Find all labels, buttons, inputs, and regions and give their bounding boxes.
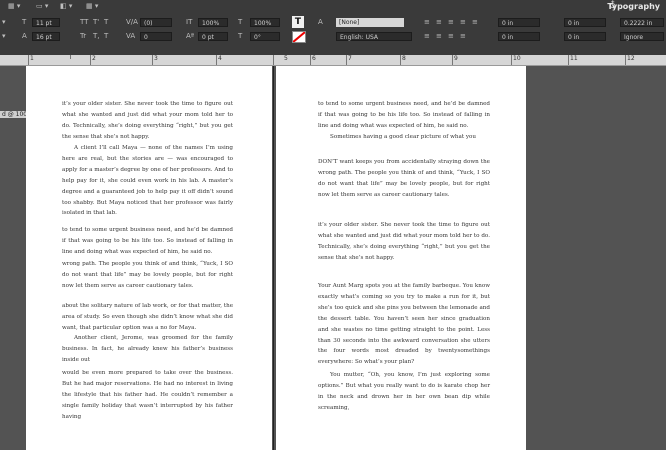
fill-none-swatch[interactable] <box>292 31 306 43</box>
text-paragraph[interactable]: it’s your older sister. She never took t… <box>62 99 233 143</box>
skew-field[interactable]: 0° <box>250 32 280 41</box>
workspace-name[interactable]: Typography <box>607 2 660 11</box>
ruler-number: 5 <box>284 55 288 62</box>
all-caps-button[interactable]: TT <box>80 18 88 27</box>
align-center-icon[interactable]: ≡ <box>436 18 442 27</box>
ruler-number: 7 <box>348 55 352 62</box>
vertical-scale-icon: IT <box>186 18 193 26</box>
first-line-indent-field[interactable]: 0 in <box>498 32 540 41</box>
language-select[interactable]: English: USA <box>336 32 412 41</box>
align-away-spine-icon[interactable]: ≡ <box>460 32 466 41</box>
text-paragraph[interactable]: it’s your older sister. She never took t… <box>318 220 490 264</box>
tracking-field[interactable]: (0) <box>140 18 172 27</box>
ruler-number: 2 <box>92 55 96 62</box>
horizontal-scale-icon: T <box>238 18 243 26</box>
space-after-field[interactable]: 0.2222 in <box>620 18 664 27</box>
ruler-number: 3 <box>154 55 158 62</box>
spread-spine <box>273 66 274 450</box>
tracking-icon: VA <box>126 32 136 40</box>
top-strip: ▦ ▾ ▭ ▾ ◧ ▾ ▦ ▾ ♁ Typography <box>0 0 666 14</box>
text-paragraph[interactable]: would be even more prepared to take over… <box>62 368 233 423</box>
text-paragraph[interactable]: about the solitary nature of lab work, o… <box>62 301 233 334</box>
text-paragraph[interactable]: A client I’ll call Maya — none of the na… <box>62 143 233 219</box>
leading-icon: A <box>22 32 27 40</box>
ruler-number: 1 <box>30 55 34 62</box>
ruler-number: 8 <box>402 55 406 62</box>
screen-mode-icon[interactable]: ◧ ▾ <box>60 2 72 11</box>
baseline-shift-field[interactable]: 0 pt <box>198 32 228 41</box>
text-paragraph[interactable]: wrong path. The people you think of and … <box>62 259 233 292</box>
character-style-icon: A <box>318 18 323 26</box>
vertical-scale-field[interactable]: 100% <box>198 18 228 27</box>
font-style-icon[interactable]: ▾ <box>2 18 6 27</box>
horizontal-scale-field[interactable]: 100% <box>250 18 280 27</box>
text-paragraph[interactable]: DON’T want keeps you from accidentally s… <box>318 157 490 201</box>
ruler-number: 6 <box>312 55 316 62</box>
space-before-field[interactable]: 0 in <box>564 18 606 27</box>
ruler-number: 4 <box>218 55 222 62</box>
frame-grid-icon[interactable]: ▦ ▾ <box>8 2 20 11</box>
font-size-icon: T <box>22 18 27 26</box>
text-paragraph[interactable]: You mutter, “Oh, you know, I’m just expl… <box>318 370 490 414</box>
superscript-button[interactable]: T' <box>93 18 99 27</box>
text-paragraph[interactable]: to tend to some urgent business need, an… <box>62 225 233 258</box>
control-panel: ▦ ▾ ▭ ▾ ◧ ▾ ▦ ▾ ♁ Typography ▾ T 11 pt T… <box>0 0 666 56</box>
ruler-number: 9 <box>454 55 458 62</box>
last-line-indent-field[interactable]: 0 in <box>564 32 606 41</box>
text-frame-icon[interactable]: T <box>292 16 304 28</box>
baseline-shift-icon: Aª <box>186 32 195 40</box>
arrange-icon[interactable]: ▦ ▾ <box>86 2 98 11</box>
justify-all-icon[interactable]: ≡ <box>436 32 442 41</box>
text-paragraph[interactable]: Your Aunt Marg spots you at the family b… <box>318 281 490 368</box>
align-right-icon[interactable]: ≡ <box>448 18 454 27</box>
left-indent-field[interactable]: 0 in <box>498 18 540 27</box>
ruler-number: 12 <box>627 55 635 62</box>
text-paragraph[interactable]: Sometimes having a good clear picture of… <box>318 132 490 143</box>
strikethrough-button[interactable]: T <box>104 32 108 41</box>
justify-right-icon[interactable]: ≡ <box>424 32 430 41</box>
subscript-button[interactable]: T, <box>93 32 100 41</box>
ruler-number: 10 <box>513 55 521 62</box>
font-dropdown-icon[interactable]: ▾ <box>2 32 6 41</box>
small-caps-button[interactable]: Tr <box>80 32 86 41</box>
align-spine-icon[interactable]: ≡ <box>448 32 454 41</box>
justify-left-icon[interactable]: ≡ <box>460 18 466 27</box>
text-paragraph[interactable]: to tend to some urgent business need, an… <box>318 99 490 132</box>
grid-align-select[interactable]: Ignore <box>620 32 664 41</box>
text-paragraph[interactable]: Another client, Jerome, was groomed for … <box>62 333 233 366</box>
ruler-number: 11 <box>570 55 578 62</box>
leading-field[interactable]: 16 pt <box>32 32 60 41</box>
horizontal-ruler[interactable]: d @ 100% 1 2 3 4 5 6 7 8 9 10 11 12 <box>0 55 666 118</box>
font-size-field[interactable]: 11 pt <box>32 18 60 27</box>
character-style-select[interactable]: [None] <box>336 18 404 27</box>
justify-center-icon[interactable]: ≡ <box>472 18 478 27</box>
kerning-field[interactable]: 0 <box>140 32 172 41</box>
kerning-icon: V/A <box>126 18 138 26</box>
skew-icon: T <box>238 32 243 40</box>
underline-button[interactable]: T <box>104 18 108 27</box>
view-options-icon[interactable]: ▭ ▾ <box>36 2 48 11</box>
align-left-icon[interactable]: ≡ <box>424 18 430 27</box>
